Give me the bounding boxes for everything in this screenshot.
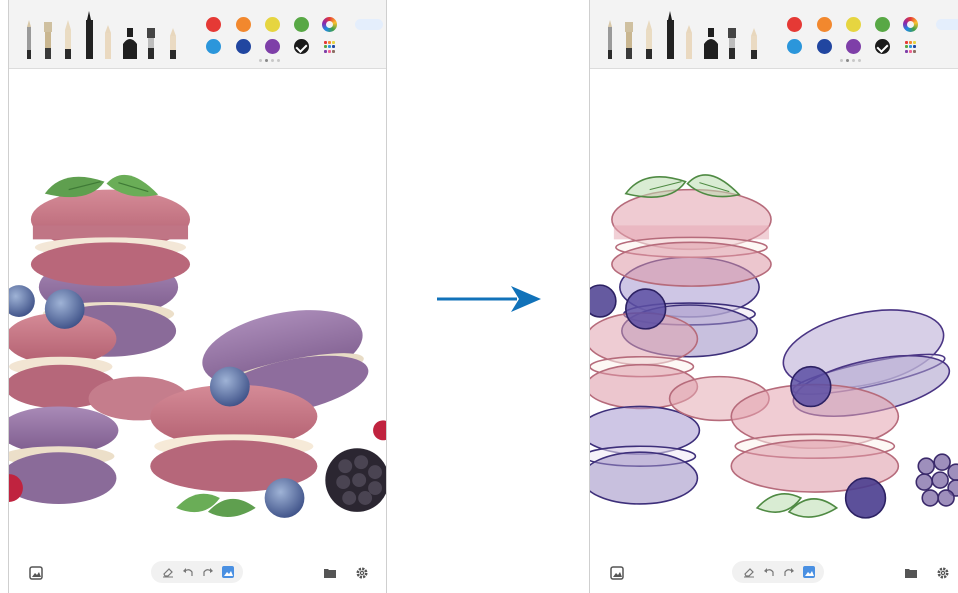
right-screen [589, 0, 958, 593]
color-swatch-red[interactable] [206, 17, 221, 32]
color-swatch-light-blue[interactable] [206, 39, 221, 54]
highlighter-icon[interactable] [147, 28, 155, 59]
arrow-right-icon [437, 286, 541, 312]
ink-bottle-icon[interactable] [123, 28, 137, 59]
macaron-stack-illustration [9, 174, 386, 518]
color-wheel-icon[interactable] [903, 17, 918, 32]
fountain-pen-icon[interactable] [667, 11, 674, 59]
color-swatch-red[interactable] [787, 17, 802, 32]
color-palette [197, 12, 347, 62]
bottom-toolbar [590, 555, 958, 593]
colored-pencil-icon[interactable] [105, 25, 111, 59]
folder-icon[interactable] [319, 562, 341, 584]
color-swatch-yellow[interactable] [846, 17, 861, 32]
color-swatch-green[interactable] [294, 17, 309, 32]
macaron-sketch-illustration [590, 174, 958, 519]
edit-actions-pill [151, 561, 243, 583]
photo-canvas[interactable] [9, 69, 386, 545]
eraser-icon[interactable] [157, 561, 179, 583]
color-swatch-black-selected[interactable] [875, 39, 890, 54]
undo-icon[interactable] [758, 561, 780, 583]
image-background-icon[interactable] [798, 561, 820, 583]
color-swatch-black-selected[interactable] [294, 39, 309, 54]
color-swatch-dark-blue[interactable] [817, 39, 832, 54]
color-swatch-purple[interactable] [265, 39, 280, 54]
highlighter-icon[interactable] [728, 28, 736, 59]
color-grid-icon[interactable] [324, 41, 336, 53]
color-swatch-light-blue[interactable] [787, 39, 802, 54]
sketch-canvas[interactable] [590, 69, 958, 545]
settings-icon[interactable] [351, 562, 373, 584]
redo-icon[interactable] [778, 561, 800, 583]
brush-icon[interactable] [646, 20, 652, 59]
pen-toolbar [590, 0, 958, 69]
undo-icon[interactable] [177, 561, 199, 583]
color-palette [778, 12, 928, 62]
ink-bottle-icon[interactable] [704, 28, 718, 59]
redo-icon[interactable] [197, 561, 219, 583]
fountain-pen-icon[interactable] [86, 11, 93, 59]
pen-tools [27, 11, 176, 59]
colored-pencil-icon[interactable] [686, 25, 692, 59]
done-button[interactable] [936, 19, 958, 30]
palette-page-indicator [840, 59, 864, 63]
pen-tools [608, 11, 757, 59]
palette-page-indicator [259, 59, 283, 63]
color-swatch-green[interactable] [875, 17, 890, 32]
marker-icon[interactable] [625, 22, 633, 59]
image-background-icon[interactable] [217, 561, 239, 583]
bottom-toolbar [9, 555, 386, 593]
color-swatch-yellow[interactable] [265, 17, 280, 32]
pen-toolbar [9, 0, 386, 69]
done-button[interactable] [355, 19, 383, 30]
edit-actions-pill [732, 561, 824, 583]
eraser-pen-icon[interactable] [170, 28, 176, 59]
color-swatch-dark-blue[interactable] [236, 39, 251, 54]
pencil-icon[interactable] [27, 20, 31, 59]
insert-image-icon[interactable] [606, 562, 628, 584]
color-swatch-orange[interactable] [817, 17, 832, 32]
left-screen [8, 0, 387, 593]
eraser-icon[interactable] [738, 561, 760, 583]
marker-icon[interactable] [44, 22, 52, 59]
pencil-icon[interactable] [608, 20, 612, 59]
eraser-pen-icon[interactable] [751, 28, 757, 59]
color-wheel-icon[interactable] [322, 17, 337, 32]
color-grid-icon[interactable] [905, 41, 917, 53]
folder-icon[interactable] [900, 562, 922, 584]
insert-image-icon[interactable] [25, 562, 47, 584]
brush-icon[interactable] [65, 20, 71, 59]
settings-icon[interactable] [932, 562, 954, 584]
color-swatch-orange[interactable] [236, 17, 251, 32]
color-swatch-purple[interactable] [846, 39, 861, 54]
